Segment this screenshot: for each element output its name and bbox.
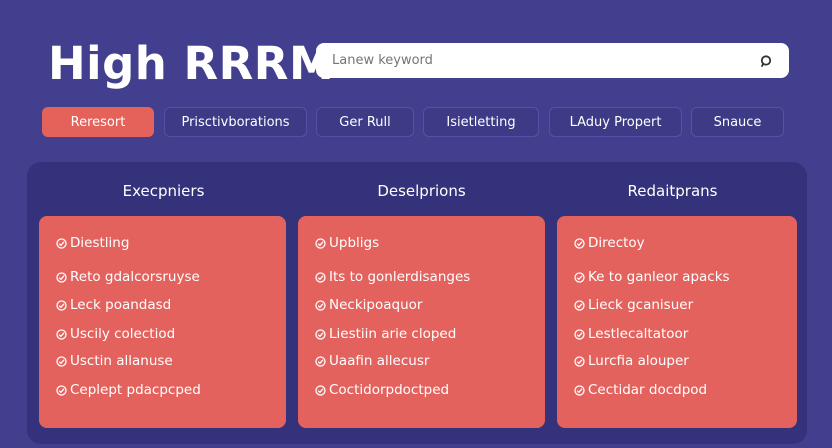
list-item-label: Its to gonlerdisanges [329, 269, 471, 285]
tab-prisctivborations[interactable]: Prisctivborations [164, 107, 307, 137]
list-item[interactable]: Ke to ganleor apacks [574, 269, 730, 285]
list-item[interactable]: Its to gonlerdisanges [315, 269, 470, 285]
list-item[interactable]: Diestling [56, 235, 129, 251]
tab-reresort[interactable]: Reresort [42, 107, 154, 137]
check-circle-icon [56, 355, 67, 367]
check-circle-icon [56, 328, 67, 340]
list-item[interactable]: Reto gdalcorsruyse [56, 269, 200, 285]
list-item[interactable]: Lieck gcanisuer [574, 297, 693, 313]
list-item-label: Cectidar docdpod [588, 382, 708, 398]
check-circle-icon [315, 299, 326, 311]
list-item[interactable]: Ceplept pdacpcped [56, 382, 201, 398]
list-item[interactable]: Neckipoaquor [315, 297, 422, 313]
search-input[interactable] [332, 53, 759, 68]
card-column-3: Directoy Ke to ganleor apacks Lieck gcan… [557, 216, 797, 428]
list-item[interactable]: Coctidorpdoctped [315, 382, 449, 398]
check-circle-icon [56, 237, 67, 249]
check-circle-icon [315, 271, 326, 283]
list-item-label: Upbligs [329, 235, 380, 251]
list-item-label: Liestiin arie cloped [329, 326, 457, 342]
check-circle-icon [56, 299, 67, 311]
check-circle-icon [56, 271, 67, 283]
check-circle-icon [315, 384, 326, 396]
tab-ger-rull[interactable]: Ger Rull [316, 107, 414, 137]
search-icon[interactable] [759, 54, 773, 68]
list-item-label: Lurcfia alouper [588, 353, 689, 369]
card-column-2: Upbligs Its to gonlerdisanges Neckipoaqu… [298, 216, 545, 428]
tab-isietletting[interactable]: Isietletting [423, 107, 539, 137]
check-circle-icon [574, 328, 585, 340]
list-item-label: Uscily colectiod [70, 326, 176, 342]
check-circle-icon [315, 237, 326, 249]
check-circle-icon [574, 237, 585, 249]
check-circle-icon [574, 384, 585, 396]
list-item[interactable]: Liestiin arie cloped [315, 326, 456, 342]
list-item[interactable]: Uaafin allecusr [315, 353, 429, 369]
column-header-1: Execpniers [122, 182, 205, 200]
check-circle-icon [574, 355, 585, 367]
list-item[interactable]: Cectidar docdpod [574, 382, 707, 398]
check-circle-icon [315, 355, 326, 367]
list-item-label: Neckipoaquor [329, 297, 423, 313]
list-item[interactable]: Usctin allanuse [56, 353, 173, 369]
list-item-label: Uaafin allecusr [329, 353, 430, 369]
check-circle-icon [574, 299, 585, 311]
column-header-3: Redaitprans [627, 182, 718, 200]
card-column-1: Diestling Reto gdalcorsruyse Leck poanda… [39, 216, 286, 428]
list-item-label: Coctidorpdoctped [329, 382, 450, 398]
list-item[interactable]: Uscily colectiod [56, 326, 175, 342]
list-item[interactable]: Upbligs [315, 235, 379, 251]
list-item[interactable]: Leck poandasd [56, 297, 171, 313]
list-item-label: Lieck gcanisuer [588, 297, 694, 313]
app-title: High RRRM [48, 37, 335, 90]
list-item-label: Ceplept pdacpcped [70, 382, 201, 398]
check-circle-icon [315, 328, 326, 340]
check-circle-icon [574, 271, 585, 283]
list-item-label: Diestling [70, 235, 130, 251]
list-item-label: Ke to ganleor apacks [588, 269, 730, 285]
list-item-label: Usctin allanuse [70, 353, 173, 369]
list-item-label: Directoy [588, 235, 645, 251]
check-circle-icon [56, 384, 67, 396]
tab-snauce[interactable]: Snauce [691, 107, 784, 137]
tab-laduy-propert[interactable]: LAduy Propert [549, 107, 682, 137]
list-item-label: Leck poandasd [70, 297, 172, 313]
list-item[interactable]: Directoy [574, 235, 645, 251]
list-item[interactable]: Lestlecaltatoor [574, 326, 688, 342]
column-header-2: Deselprions [377, 182, 466, 200]
search-bar[interactable] [316, 43, 789, 78]
list-item-label: Reto gdalcorsruyse [70, 269, 200, 285]
list-item-label: Lestlecaltatoor [588, 326, 689, 342]
list-item[interactable]: Lurcfia alouper [574, 353, 689, 369]
